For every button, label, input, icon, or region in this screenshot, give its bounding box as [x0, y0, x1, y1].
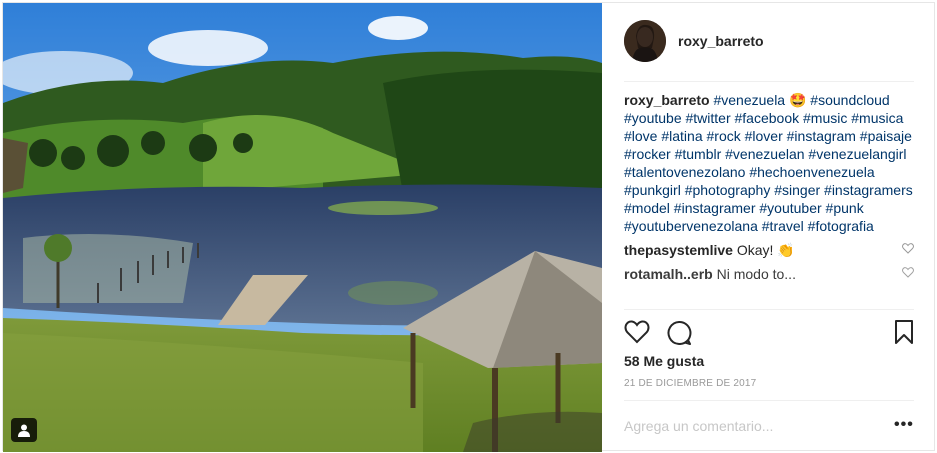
post-photo[interactable] — [3, 3, 602, 452]
comments-section[interactable]: roxy_barreto #venezuela 🤩 #soundcloud #y… — [624, 91, 916, 309]
more-options-button[interactable]: ••• — [894, 416, 914, 434]
post-username[interactable]: roxy_barreto — [678, 33, 764, 49]
heart-icon[interactable] — [624, 320, 650, 344]
comment-text: Okay! 👏 — [736, 242, 795, 258]
small-heart-icon[interactable] — [902, 267, 914, 278]
comment-icon[interactable] — [666, 320, 692, 345]
avatar[interactable] — [624, 20, 666, 62]
comment-row: rotamalh..erb Ni modo to... — [624, 265, 916, 283]
comment-username[interactable]: rotamalh..erb — [624, 266, 713, 282]
caption-text[interactable]: #venezuela 🤩 #soundcloud #youtube #twitt… — [624, 92, 913, 234]
avatar-image — [624, 20, 666, 62]
bookmark-icon[interactable] — [894, 320, 914, 344]
post-sidebar: roxy_barreto roxy_barreto #venezuela 🤩 #… — [602, 3, 936, 452]
comment-row: thepasystemlive Okay! 👏 — [624, 241, 916, 259]
comment-input[interactable]: Agrega un comentario... — [624, 418, 773, 434]
caption: roxy_barreto #venezuela 🤩 #soundcloud #y… — [624, 91, 916, 235]
like-count[interactable]: 58 Me gusta — [624, 353, 704, 369]
instagram-post: roxy_barreto roxy_barreto #venezuela 🤩 #… — [2, 2, 936, 452]
comment-text: Ni modo to... — [716, 266, 796, 282]
comment-username[interactable]: thepasystemlive — [624, 242, 733, 258]
small-heart-icon[interactable] — [902, 243, 914, 254]
action-bar — [624, 320, 916, 348]
input-divider — [624, 400, 914, 401]
post-date[interactable]: 21 DE DICIEMBRE DE 2017 — [624, 378, 756, 389]
caption-username[interactable]: roxy_barreto — [624, 92, 710, 108]
user-tag-button[interactable] — [11, 418, 37, 442]
landscape-image — [3, 3, 602, 452]
post-header: roxy_barreto — [602, 3, 936, 81]
person-icon — [18, 424, 30, 437]
header-divider — [624, 81, 914, 82]
comments-divider — [624, 309, 914, 310]
